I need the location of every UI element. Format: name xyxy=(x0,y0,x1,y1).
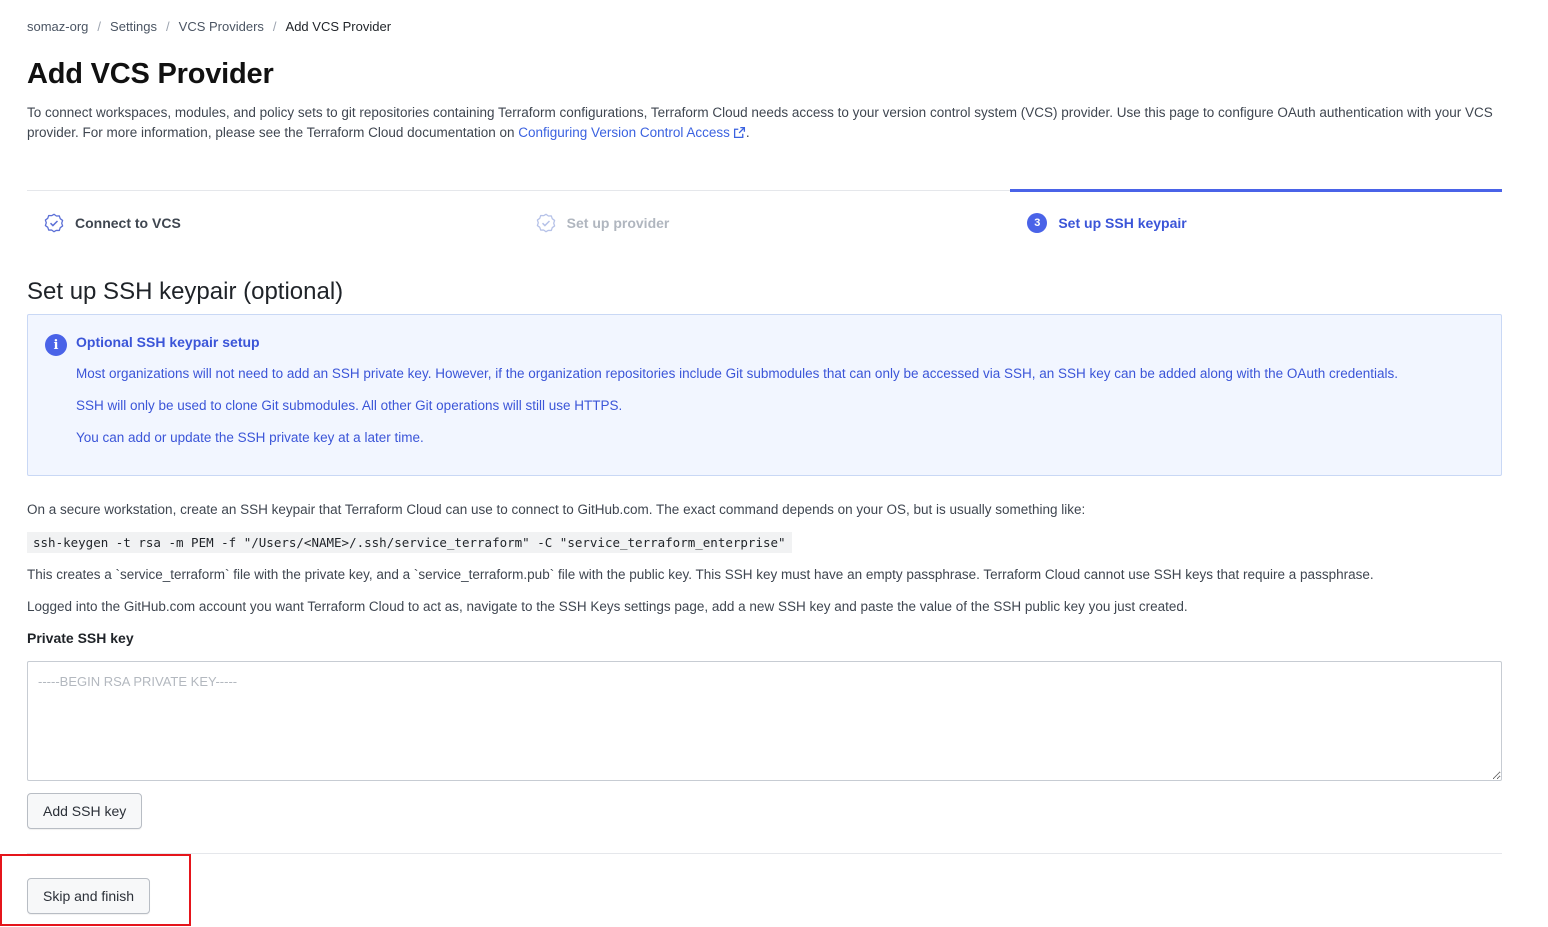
docs-link[interactable]: Configuring Version Control Access xyxy=(518,125,746,140)
breadcrumb: somaz-org / Settings / VCS Providers / A… xyxy=(27,19,391,34)
add-ssh-key-button[interactable]: Add SSH key xyxy=(27,793,143,829)
step-set-up-provider[interactable]: Set up provider xyxy=(519,191,1011,254)
intro-text: To connect workspaces, modules, and poli… xyxy=(27,103,1497,143)
instructions-paragraph: On a secure workstation, create an SSH k… xyxy=(27,502,1086,517)
private-key-label: Private SSH key xyxy=(27,630,134,646)
info-line: SSH will only be used to clone Git submo… xyxy=(76,398,623,413)
section-title: Set up SSH keypair (optional) xyxy=(27,278,344,305)
info-line: Most organizations will not need to add … xyxy=(76,366,1398,381)
step-label: Set up provider xyxy=(566,214,670,231)
breadcrumb-separator: / xyxy=(272,19,277,34)
intro-body: To connect workspaces, modules, and poli… xyxy=(27,105,1493,140)
info-callout: i Optional SSH keypair setup Most organi… xyxy=(27,314,1502,476)
breadcrumb-org[interactable]: somaz-org xyxy=(27,19,88,34)
instructions-paragraph: Logged into the GitHub.com account you w… xyxy=(27,599,1188,614)
external-link-icon xyxy=(733,126,745,139)
step-label: Connect to VCS xyxy=(75,214,181,231)
private-key-textarea[interactable] xyxy=(27,661,1502,781)
check-badge-icon xyxy=(535,212,557,234)
breadcrumb-vcs-providers[interactable]: VCS Providers xyxy=(179,19,264,34)
info-line: You can add or update the SSH private ke… xyxy=(76,430,424,445)
wizard-steps: Connect to VCS Set up provider 3 Set up … xyxy=(27,189,1502,254)
divider xyxy=(27,853,1502,854)
step-number-badge: 3 xyxy=(1026,212,1048,234)
instructions-paragraph: This creates a `service_terraform` file … xyxy=(27,567,1374,582)
docs-link-label: Configuring Version Control Access xyxy=(518,125,730,140)
step-number: 3 xyxy=(1027,212,1048,233)
step-connect-to-vcs[interactable]: Connect to VCS xyxy=(27,191,519,254)
breadcrumb-separator: / xyxy=(97,19,102,34)
info-title: Optional SSH keypair setup xyxy=(76,334,260,350)
step-label: Set up SSH keypair xyxy=(1058,214,1187,231)
highlight-annotation-box xyxy=(0,854,191,926)
check-badge-icon xyxy=(43,212,65,234)
ssh-keygen-command: ssh-keygen -t rsa -m PEM -f "/Users/<NAM… xyxy=(27,532,792,553)
intro-suffix: . xyxy=(745,125,750,140)
breadcrumb-settings[interactable]: Settings xyxy=(110,19,157,34)
page-title: Add VCS Provider xyxy=(27,58,274,90)
breadcrumb-current: Add VCS Provider xyxy=(285,19,392,34)
breadcrumb-separator: / xyxy=(166,19,170,34)
step-set-up-ssh-keypair[interactable]: 3 Set up SSH keypair xyxy=(1010,189,1502,254)
info-icon: i xyxy=(45,334,67,356)
